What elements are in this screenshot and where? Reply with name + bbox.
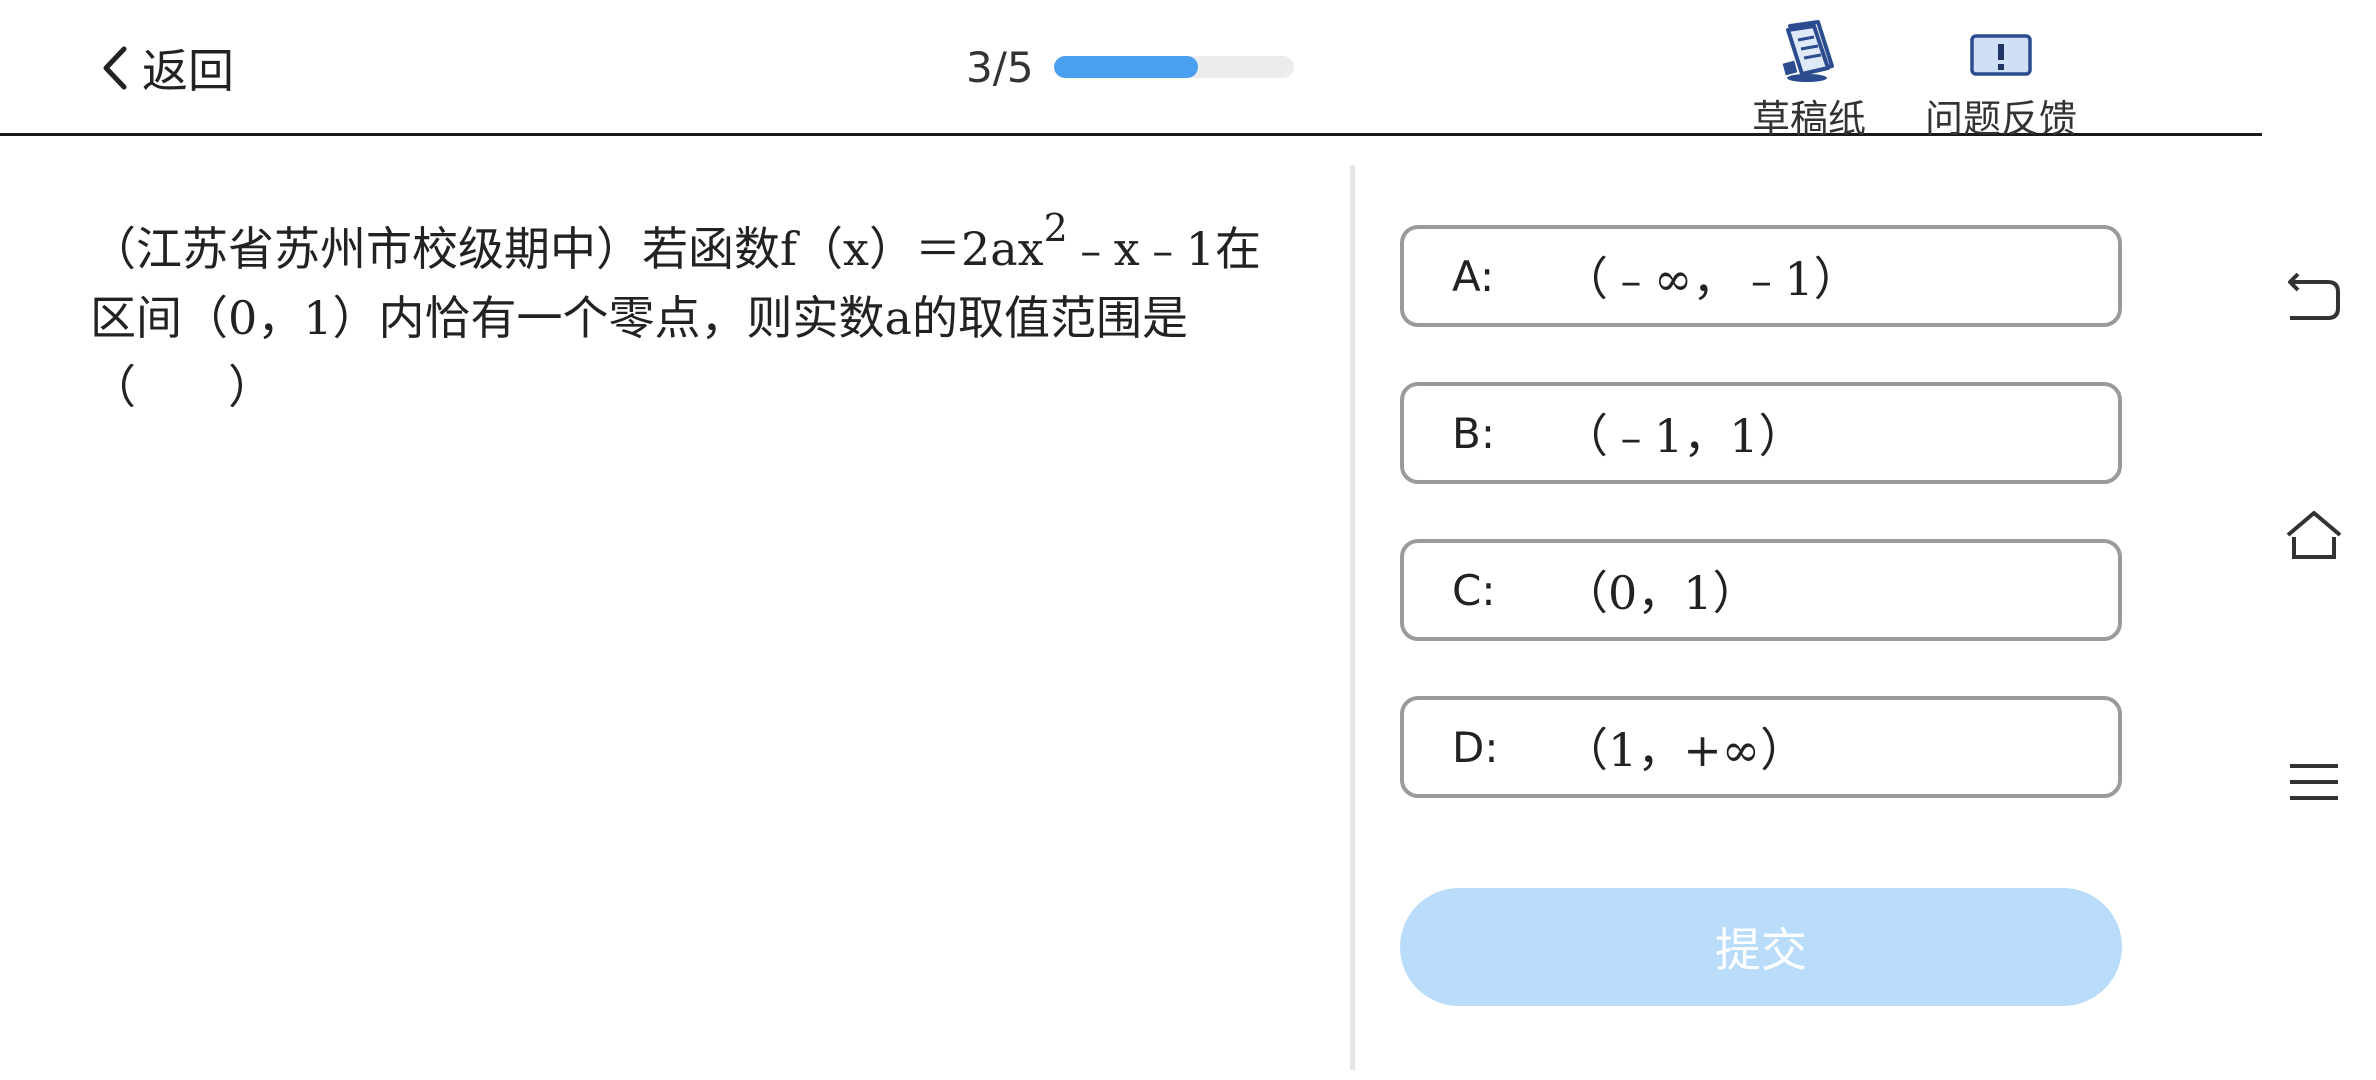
menu-icon[interactable]	[2282, 750, 2346, 814]
option-letter: C:	[1452, 565, 1496, 615]
progress-indicator: 3/5	[966, 42, 1294, 92]
option-letter: D:	[1452, 722, 1499, 772]
option-d[interactable]: D: （1，+∞）	[1400, 696, 2122, 798]
option-text: （﹣1，1）	[1562, 409, 1805, 463]
panel-divider	[1350, 165, 1355, 1070]
progress-track	[1053, 56, 1294, 78]
option-b[interactable]: B: （﹣1，1）	[1400, 382, 2122, 484]
question-exponent: 2	[1043, 205, 1068, 250]
back-label: 返回	[142, 44, 234, 98]
progress-count: 3/5	[966, 42, 1034, 92]
submit-button[interactable]: 提交	[1400, 888, 2122, 1006]
question-text: （江苏省苏州市校级期中）若函数f（x）＝2ax2﹣x﹣1在区间（0，1）内恰有一…	[90, 209, 1270, 422]
chevron-left-icon	[103, 46, 127, 90]
top-bar: 返回 3/5 草稿纸 问题反馈	[0, 0, 2262, 141]
draft-paper-label: 草稿纸	[1752, 97, 1867, 141]
back-icon[interactable]	[2282, 268, 2346, 332]
alert-icon	[1970, 34, 2032, 76]
feedback-button[interactable]: 问题反馈	[1925, 18, 2077, 143]
option-a[interactable]: A: （﹣∞，﹣1）	[1400, 225, 2122, 327]
home-icon[interactable]	[2282, 505, 2346, 569]
answer-options: A: （﹣∞，﹣1） B: （﹣1，1） C: （0，1） D: （1，+∞）	[1400, 225, 2122, 853]
option-letter: A:	[1452, 251, 1495, 301]
option-c[interactable]: C: （0，1）	[1400, 539, 2122, 641]
option-text: （1，+∞）	[1562, 723, 1807, 777]
option-text: （0，1）	[1562, 566, 1759, 620]
back-button[interactable]: 返回	[98, 38, 234, 98]
question-stem-part1: （江苏省苏州市校级期中）若函数f（x）＝2ax	[90, 222, 1044, 276]
progress-fill	[1053, 56, 1198, 78]
notepad-icon	[1782, 20, 1834, 82]
option-letter: B:	[1452, 408, 1495, 458]
draft-paper-button[interactable]: 草稿纸	[1752, 18, 1866, 143]
feedback-label: 问题反馈	[1925, 97, 2078, 141]
option-text: （﹣∞，﹣1）	[1562, 252, 1860, 306]
